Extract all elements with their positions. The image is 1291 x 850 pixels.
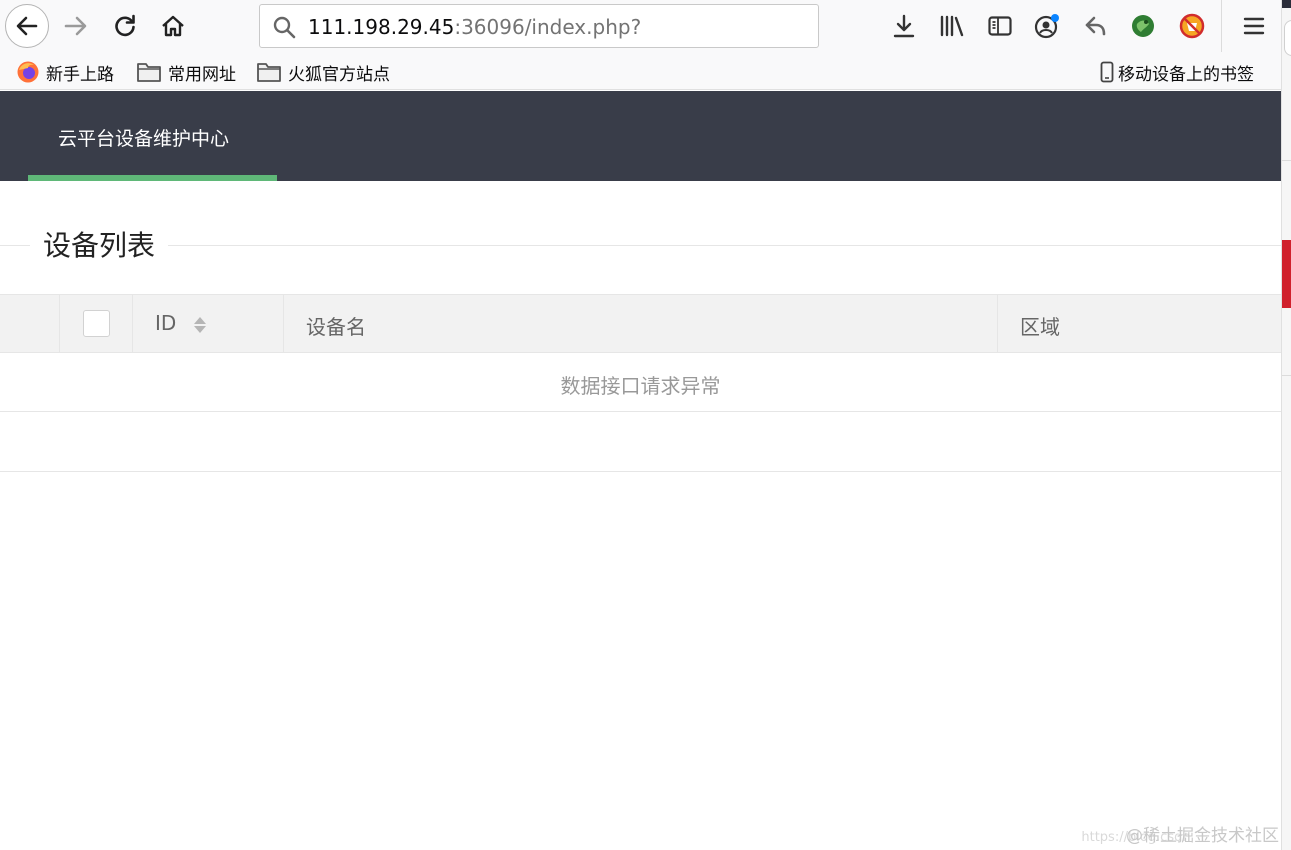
reply-icon bbox=[1085, 16, 1106, 36]
bookmark-label: 新手上路 bbox=[46, 64, 114, 85]
strip-circle bbox=[1284, 20, 1291, 56]
device-table: ID 设备名 区域 数据接口请求异常 bbox=[0, 294, 1281, 472]
url-path: :36096/index.php? bbox=[454, 15, 642, 39]
bookmark-getting-started[interactable]: 新手上路 bbox=[16, 60, 114, 85]
nav-item-device-center[interactable]: 云平台设备维护中心 bbox=[28, 91, 277, 181]
bookmarks-bar: 新手上路 常用网址 火狐官方站点 移动设备上的书签 bbox=[0, 55, 1281, 90]
header-cell-region: 区域 bbox=[998, 295, 1281, 352]
column-header-device-name: 设备名 bbox=[306, 315, 366, 339]
table-blank-row bbox=[0, 412, 1281, 472]
empty-message: 数据接口请求异常 bbox=[560, 374, 721, 398]
nav-active-indicator bbox=[28, 175, 277, 181]
hamburger-menu-icon bbox=[1243, 17, 1265, 35]
reload-icon bbox=[115, 14, 135, 37]
scrollbar-strip bbox=[1281, 0, 1291, 850]
arrow-left-icon bbox=[16, 16, 38, 36]
header-cell-blank bbox=[0, 295, 60, 352]
library-icon bbox=[940, 15, 964, 37]
column-header-id: ID bbox=[155, 311, 177, 335]
extension-button-green[interactable] bbox=[1127, 10, 1159, 42]
fieldset-divider bbox=[0, 245, 1281, 246]
app-header: 云平台设备维护中心 bbox=[0, 91, 1281, 181]
header-cell-device-name: 设备名 bbox=[284, 295, 998, 352]
url-host: 111.198.29.45 bbox=[308, 15, 455, 39]
header-cell-checkbox bbox=[60, 295, 133, 352]
account-button[interactable] bbox=[1031, 10, 1063, 42]
header-cell-id[interactable]: ID bbox=[133, 295, 284, 352]
search-icon bbox=[273, 16, 296, 39]
bookmark-label: 常用网址 bbox=[168, 64, 236, 85]
strip-red-block bbox=[1282, 240, 1291, 308]
table-header: ID 设备名 区域 bbox=[0, 294, 1281, 353]
bookmark-common-sites[interactable]: 常用网址 bbox=[136, 60, 236, 85]
mobile-bookmarks[interactable]: 移动设备上的书签 bbox=[1100, 60, 1254, 85]
toolbar-separator bbox=[1221, 0, 1222, 52]
back-button[interactable] bbox=[5, 4, 49, 48]
bookmark-label: 火狐官方站点 bbox=[288, 64, 390, 85]
url-text: 111.198.29.45:36096/index.php? bbox=[308, 15, 641, 39]
download-icon bbox=[893, 14, 915, 38]
library-button[interactable] bbox=[936, 10, 968, 42]
blocked-extension-icon bbox=[1179, 13, 1205, 39]
watermark-text: @稀土掘金技术社区 bbox=[1126, 826, 1279, 846]
strip-line bbox=[1282, 375, 1291, 376]
home-button[interactable] bbox=[153, 6, 193, 46]
section-title: 设备列表 bbox=[30, 226, 169, 266]
extension-globe-icon bbox=[1132, 15, 1154, 37]
mobile-device-icon bbox=[1100, 61, 1114, 83]
watermark: https://blog.csdn @稀土掘金技术社区 bbox=[1081, 821, 1279, 846]
strip-top bbox=[1282, 0, 1291, 8]
sidebar-icon bbox=[988, 16, 1012, 36]
browser-toolbar: 111.198.29.45:36096/index.php? bbox=[0, 0, 1281, 55]
extension-button-blocked[interactable] bbox=[1176, 10, 1208, 42]
account-icon bbox=[1034, 14, 1059, 39]
folder-icon bbox=[137, 63, 161, 82]
forward-button[interactable] bbox=[56, 6, 96, 46]
share-back-button[interactable] bbox=[1080, 10, 1112, 42]
sidebar-button[interactable] bbox=[984, 10, 1016, 42]
url-bar[interactable]: 111.198.29.45:36096/index.php? bbox=[259, 4, 819, 48]
column-header-region: 区域 bbox=[1020, 315, 1060, 339]
reload-button[interactable] bbox=[105, 6, 145, 46]
mobile-bookmarks-label: 移动设备上的书签 bbox=[1118, 64, 1254, 85]
downloads-button[interactable] bbox=[888, 10, 920, 42]
nav-item-label: 云平台设备维护中心 bbox=[58, 128, 230, 150]
menu-button[interactable] bbox=[1238, 10, 1270, 42]
select-all-checkbox[interactable] bbox=[83, 310, 110, 337]
firefox-icon bbox=[17, 61, 39, 83]
arrow-right-icon bbox=[64, 16, 87, 36]
sort-icon[interactable] bbox=[193, 315, 207, 335]
strip-line bbox=[1282, 160, 1291, 161]
folder-icon bbox=[257, 63, 281, 82]
home-icon bbox=[162, 15, 184, 37]
table-empty-row: 数据接口请求异常 bbox=[0, 353, 1281, 412]
bookmark-firefox-official[interactable]: 火狐官方站点 bbox=[256, 60, 390, 85]
